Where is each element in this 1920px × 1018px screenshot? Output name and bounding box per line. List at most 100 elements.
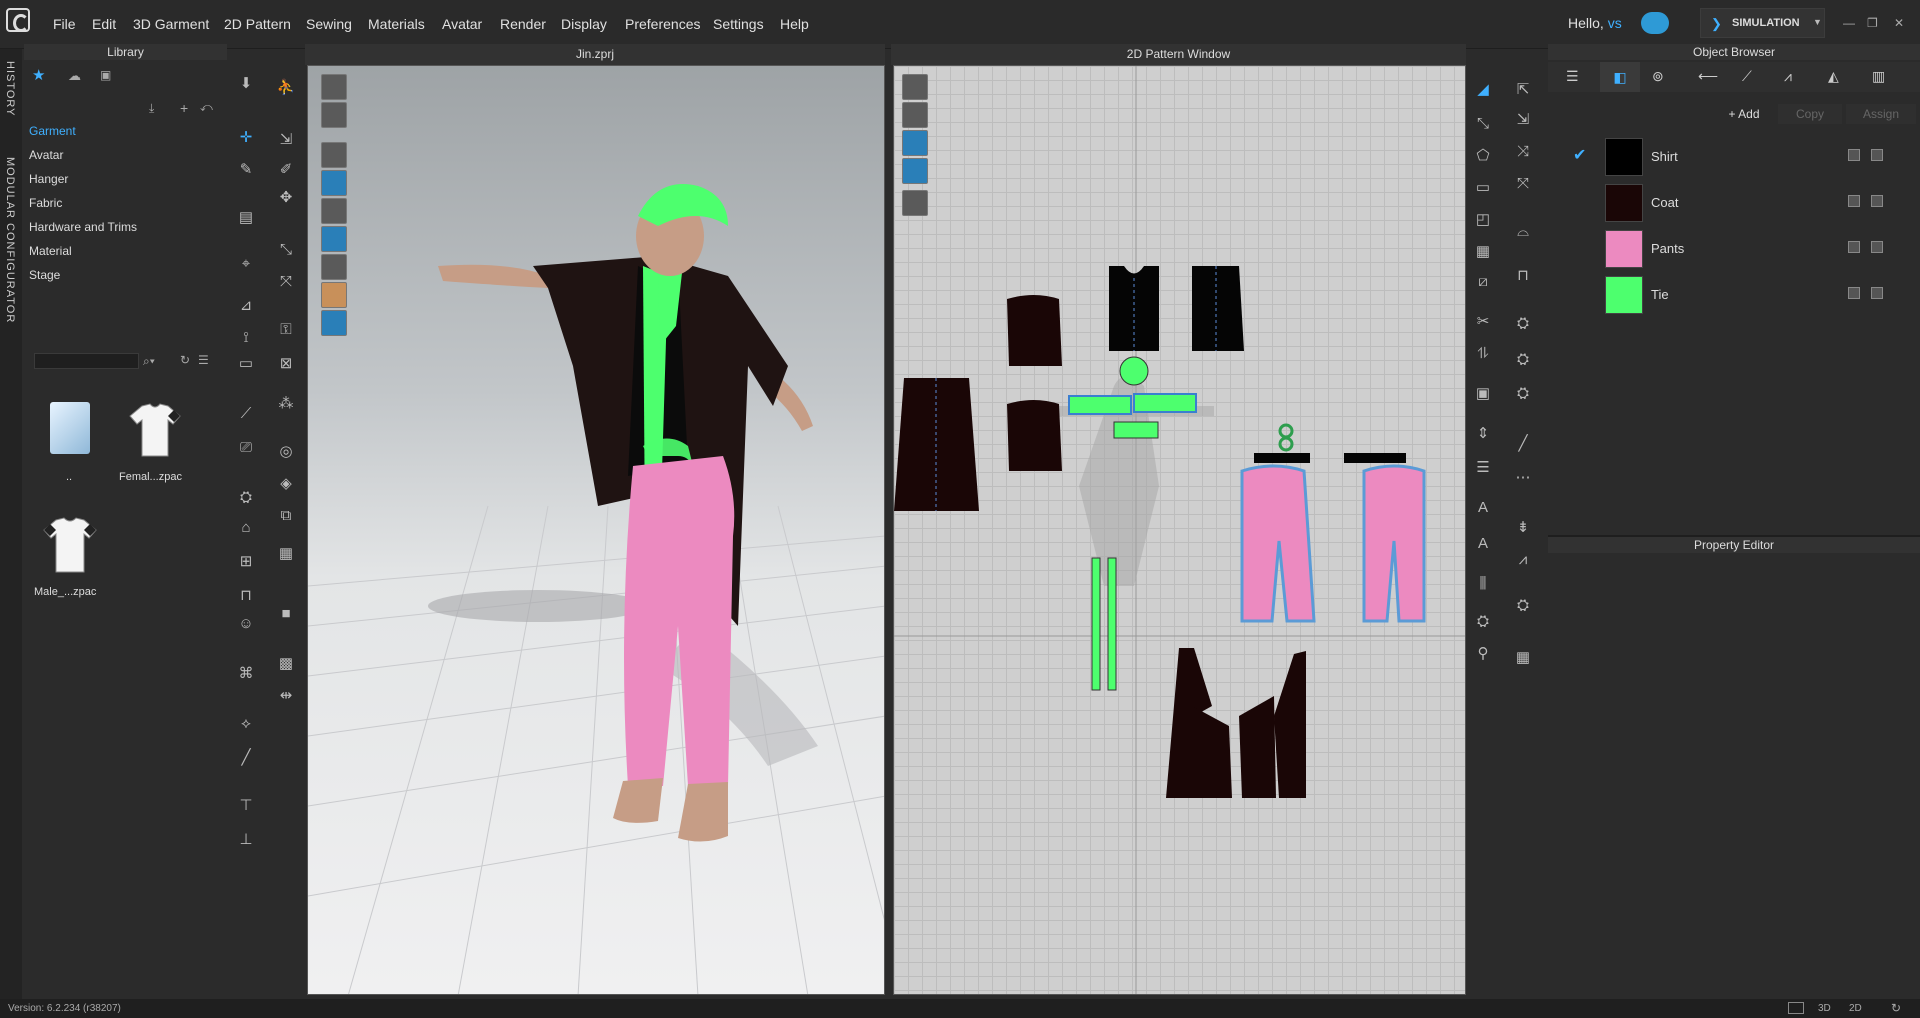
cut-icon[interactable]: ✂ <box>1472 311 1494 333</box>
view-mode-3d[interactable]: 3D <box>1818 999 1831 1018</box>
dart-icon[interactable]: ▦ <box>1472 241 1494 263</box>
text-tool-icon[interactable]: A <box>1472 497 1494 519</box>
assign-button[interactable]: Assign <box>1846 104 1916 124</box>
simulation-mode-button[interactable]: ❯ SIMULATION ▼ <box>1700 8 1825 38</box>
fabric-preview-icon[interactable] <box>1848 287 1860 299</box>
fabric-duplicate-icon[interactable] <box>1871 149 1883 161</box>
grid-icon[interactable]: ⊞ <box>235 551 257 573</box>
library-nav-hardware[interactable]: Hardware and Trims <box>29 220 137 234</box>
tape-2d-icon[interactable]: ☰ <box>1472 457 1494 479</box>
zip-icon[interactable]: ⟡ <box>235 713 257 735</box>
stitch-icon[interactable]: ⇟ <box>1512 517 1534 539</box>
menu-materials[interactable]: Materials <box>368 16 425 32</box>
solid-icon[interactable]: ▩ <box>275 653 297 675</box>
tab-modular-configurator[interactable]: MODULAR CONFIGURATOR <box>4 157 16 323</box>
menu-display[interactable]: Display <box>561 16 607 32</box>
transform-pattern-icon[interactable]: ◢ <box>1472 79 1494 101</box>
button-icon[interactable]: ⌂ <box>235 517 257 539</box>
library-nav-stage[interactable]: Stage <box>29 268 60 282</box>
tshirt-small-icon[interactable]: ⊤ <box>235 795 257 817</box>
search-icon[interactable]: ⌕▾ <box>143 354 155 369</box>
free-sew-icon[interactable]: ⇕ <box>1472 423 1494 445</box>
copy-button[interactable]: Copy <box>1778 104 1842 124</box>
edit-curve-icon[interactable]: ✐ <box>275 159 297 181</box>
view-tool-texture-icon[interactable] <box>321 170 347 196</box>
puckering-tab-icon[interactable]: ▥ <box>1872 68 1885 85</box>
2d-tool-lock-icon[interactable] <box>902 190 928 216</box>
dots-icon[interactable]: ⁂ <box>275 393 297 415</box>
shirt-tool-icon[interactable]: ⊓ <box>235 585 257 607</box>
pen-tool-icon[interactable]: ✎ <box>235 159 257 181</box>
lock-icon[interactable]: ⚿ <box>275 319 297 341</box>
fold-icon[interactable]: ⊿ <box>235 295 257 317</box>
library-nav-hanger[interactable]: Hanger <box>29 172 68 186</box>
rectangle-icon[interactable]: ▭ <box>1472 177 1494 199</box>
view-tool-shade-icon[interactable] <box>321 254 347 280</box>
menu-edit[interactable]: Edit <box>92 16 116 32</box>
fabric-item-tie[interactable]: Tie <box>1567 272 1907 318</box>
app-logo-icon[interactable] <box>6 8 30 32</box>
back-icon[interactable]: ⤺ <box>200 100 213 115</box>
fabric-preview-icon[interactable] <box>1848 241 1860 253</box>
trace-2d-icon[interactable]: ⧄ <box>1472 271 1494 293</box>
view-mode-single-icon[interactable] <box>1788 1002 1804 1014</box>
view-tool-garment-icon[interactable] <box>321 142 347 168</box>
circle-tool-icon[interactable]: ◎ <box>275 441 297 463</box>
trim-tab-icon[interactable]: ◭ <box>1828 68 1839 85</box>
library-nav-avatar[interactable]: Avatar <box>29 148 63 162</box>
library-search-input[interactable] <box>34 353 139 369</box>
fabric-item-shirt[interactable]: ✔ Shirt <box>1567 134 1907 180</box>
2d-tool-pen-icon[interactable] <box>902 74 928 100</box>
fabric-grid-icon[interactable]: ⊠ <box>275 353 297 375</box>
fabric-item-pants[interactable]: Pants <box>1567 226 1907 272</box>
fabric-duplicate-icon[interactable] <box>1871 195 1883 207</box>
menu-avatar[interactable]: Avatar <box>442 16 482 32</box>
fold-2d-icon[interactable]: ⥮ <box>1472 343 1494 365</box>
jacket-small-icon[interactable]: ⊥ <box>235 829 257 851</box>
zipper-tab-icon[interactable]: ⩘ <box>1784 68 1792 85</box>
menu-preferences[interactable]: Preferences <box>625 16 700 32</box>
folder-icon[interactable] <box>50 402 90 454</box>
view-tool-shirt-icon[interactable] <box>321 102 347 128</box>
add-button[interactable]: + Add <box>1714 104 1774 124</box>
add-point-icon[interactable]: ⤧ <box>1512 173 1534 195</box>
mesh-2d-icon[interactable]: ⛭ <box>1512 313 1534 335</box>
topstitch-tab-icon[interactable]: ⟋ <box>1742 68 1752 85</box>
edit-curve-2d-icon[interactable]: ⇲ <box>1512 109 1534 131</box>
layer-icon[interactable]: ◈ <box>275 473 297 495</box>
library-nav-fabric[interactable]: Fabric <box>29 196 62 210</box>
brush-icon[interactable]: ⎚ <box>235 437 257 459</box>
fabric-preview-icon[interactable] <box>1848 195 1860 207</box>
cloud-library-icon[interactable]: ☁ <box>68 68 81 84</box>
pose-icon[interactable]: ⛹ <box>275 77 297 99</box>
button-2d-icon[interactable]: ⛭ <box>1512 595 1534 617</box>
menu-2d-pattern[interactable]: 2D Pattern <box>224 16 291 32</box>
add-icon[interactable]: + <box>180 100 188 116</box>
transform-icon[interactable]: ✥ <box>275 187 297 209</box>
2d-tool-fabric-icon[interactable] <box>902 158 928 184</box>
sew-3d-icon[interactable]: ⧉ <box>275 505 297 527</box>
texture-icon[interactable]: ⛭ <box>235 487 257 509</box>
bag-icon[interactable]: ▣ <box>100 68 111 82</box>
grade-icon[interactable]: ⫼ <box>1472 573 1494 595</box>
select-move-icon[interactable]: ✛ <box>235 127 257 149</box>
close-icon[interactable]: ✕ <box>1894 16 1904 30</box>
split-icon[interactable]: ⇹ <box>275 685 297 707</box>
tape-icon[interactable]: ▭ <box>235 353 257 375</box>
view-mode-2d[interactable]: 2D <box>1849 999 1862 1018</box>
refresh-layout-icon[interactable]: ↻ <box>1891 999 1901 1018</box>
library-nav-garment[interactable]: Garment <box>29 124 76 138</box>
3d-viewport[interactable] <box>307 65 885 995</box>
fabric-2d-icon[interactable]: ⛭ <box>1512 383 1534 405</box>
cloud-icon[interactable] <box>1641 12 1669 34</box>
2d-pattern-viewport[interactable] <box>893 65 1466 995</box>
internal-shape-icon[interactable]: ◰ <box>1472 209 1494 231</box>
fabric-item-coat[interactable]: Coat <box>1567 180 1907 226</box>
avatar-2d-icon[interactable]: ⛭ <box>1472 611 1494 633</box>
select-2d-icon[interactable]: ⇱ <box>1512 79 1534 101</box>
minimize-icon[interactable]: — <box>1843 16 1855 30</box>
menu-sewing[interactable]: Sewing <box>306 16 352 32</box>
texture-2d-icon[interactable]: ⛭ <box>1512 349 1534 371</box>
measure-icon[interactable]: ⟋ <box>235 403 257 425</box>
line-2d-icon[interactable]: ╱ <box>1512 433 1534 455</box>
